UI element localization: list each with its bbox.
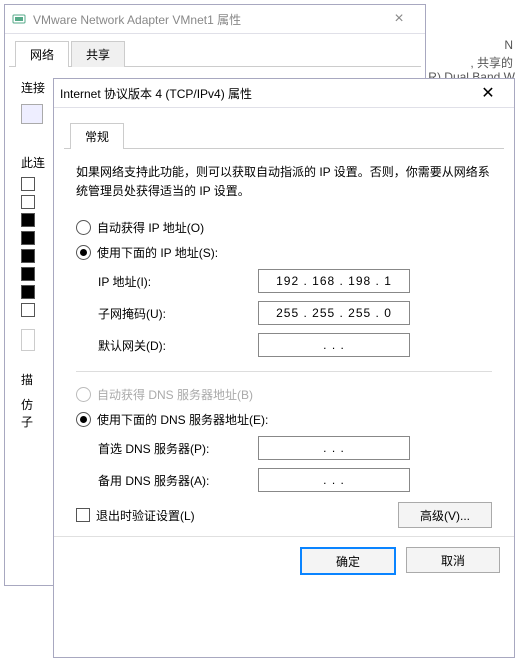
checkbox[interactable] (21, 285, 35, 299)
radio-ip-auto[interactable]: 自动获得 IP 地址(O) (76, 219, 492, 236)
checkbox[interactable] (21, 231, 35, 245)
dns1-label: 首选 DNS 服务器(P): (98, 440, 258, 457)
dns2-input[interactable]: . . . (258, 468, 410, 492)
radio-icon (76, 412, 91, 427)
titlebar: Internet 协议版本 4 (TCP/IPv4) 属性 ✕ (54, 79, 514, 108)
bg-text: , 共享的 (470, 54, 513, 71)
radio-icon (76, 220, 91, 235)
window-title: VMware Network Adapter VMnet1 属性 (33, 11, 379, 28)
subnet-input[interactable]: 255 . 255 . 255 . 0 (258, 301, 410, 325)
radio-label: 使用下面的 IP 地址(S): (97, 244, 218, 261)
dialog-footer: 确定 取消 (54, 536, 514, 585)
adapter-icon (11, 11, 27, 27)
radio-dns-manual[interactable]: 使用下面的 DNS 服务器地址(E): (76, 411, 492, 428)
gateway-input[interactable]: . . . (258, 333, 410, 357)
tab-network[interactable]: 网络 (15, 41, 69, 67)
close-icon[interactable]: × (379, 10, 419, 28)
bg-text: N (504, 38, 513, 52)
checkbox[interactable] (21, 303, 35, 317)
ipv4-properties-dialog: Internet 协议版本 4 (TCP/IPv4) 属性 ✕ 常规 如果网络支… (53, 78, 515, 658)
dialog-title: Internet 协议版本 4 (TCP/IPv4) 属性 (60, 85, 468, 102)
checkbox[interactable] (21, 195, 35, 209)
tab-share[interactable]: 共享 (71, 41, 125, 67)
radio-ip-manual[interactable]: 使用下面的 IP 地址(S): (76, 244, 492, 261)
radio-label: 自动获得 IP 地址(O) (97, 219, 204, 236)
tab-general[interactable]: 常规 (70, 123, 124, 149)
gateway-label: 默认网关(D): (98, 337, 258, 354)
titlebar: VMware Network Adapter VMnet1 属性 × (5, 5, 425, 34)
validate-checkbox-row[interactable]: 退出时验证设置(L) (76, 507, 195, 524)
advanced-button[interactable]: 高级(V)... (398, 502, 492, 528)
cancel-button[interactable]: 取消 (406, 547, 500, 573)
close-icon[interactable]: ✕ (468, 83, 508, 103)
ip-address-input[interactable]: 192 . 168 . 198 . 1 (258, 269, 410, 293)
partial-button[interactable] (21, 329, 35, 351)
dialog-tabs: 常规 (64, 116, 504, 149)
outer-tabs: 网络 共享 (9, 34, 421, 67)
radio-icon (76, 245, 91, 260)
checkbox[interactable] (21, 213, 35, 227)
checkbox[interactable] (21, 177, 35, 191)
ip-address-label: IP 地址(I): (98, 273, 258, 290)
ok-button[interactable]: 确定 (300, 547, 396, 575)
dns2-label: 备用 DNS 服务器(A): (98, 472, 258, 489)
validate-label: 退出时验证设置(L) (96, 507, 195, 524)
radio-label: 自动获得 DNS 服务器地址(B) (97, 386, 253, 403)
subnet-label: 子网掩码(U): (98, 305, 258, 322)
checkbox[interactable] (21, 267, 35, 281)
intro-text: 如果网络支持此功能，则可以获取自动指派的 IP 设置。否则，你需要从网络系统管理… (76, 163, 492, 201)
radio-dns-auto: 自动获得 DNS 服务器地址(B) (76, 386, 492, 403)
dns1-input[interactable]: . . . (258, 436, 410, 460)
radio-icon (76, 387, 91, 402)
radio-label: 使用下面的 DNS 服务器地址(E): (97, 411, 268, 428)
checkbox-icon (76, 508, 90, 522)
adapter-thumb-icon (21, 104, 43, 124)
checkbox[interactable] (21, 249, 35, 263)
